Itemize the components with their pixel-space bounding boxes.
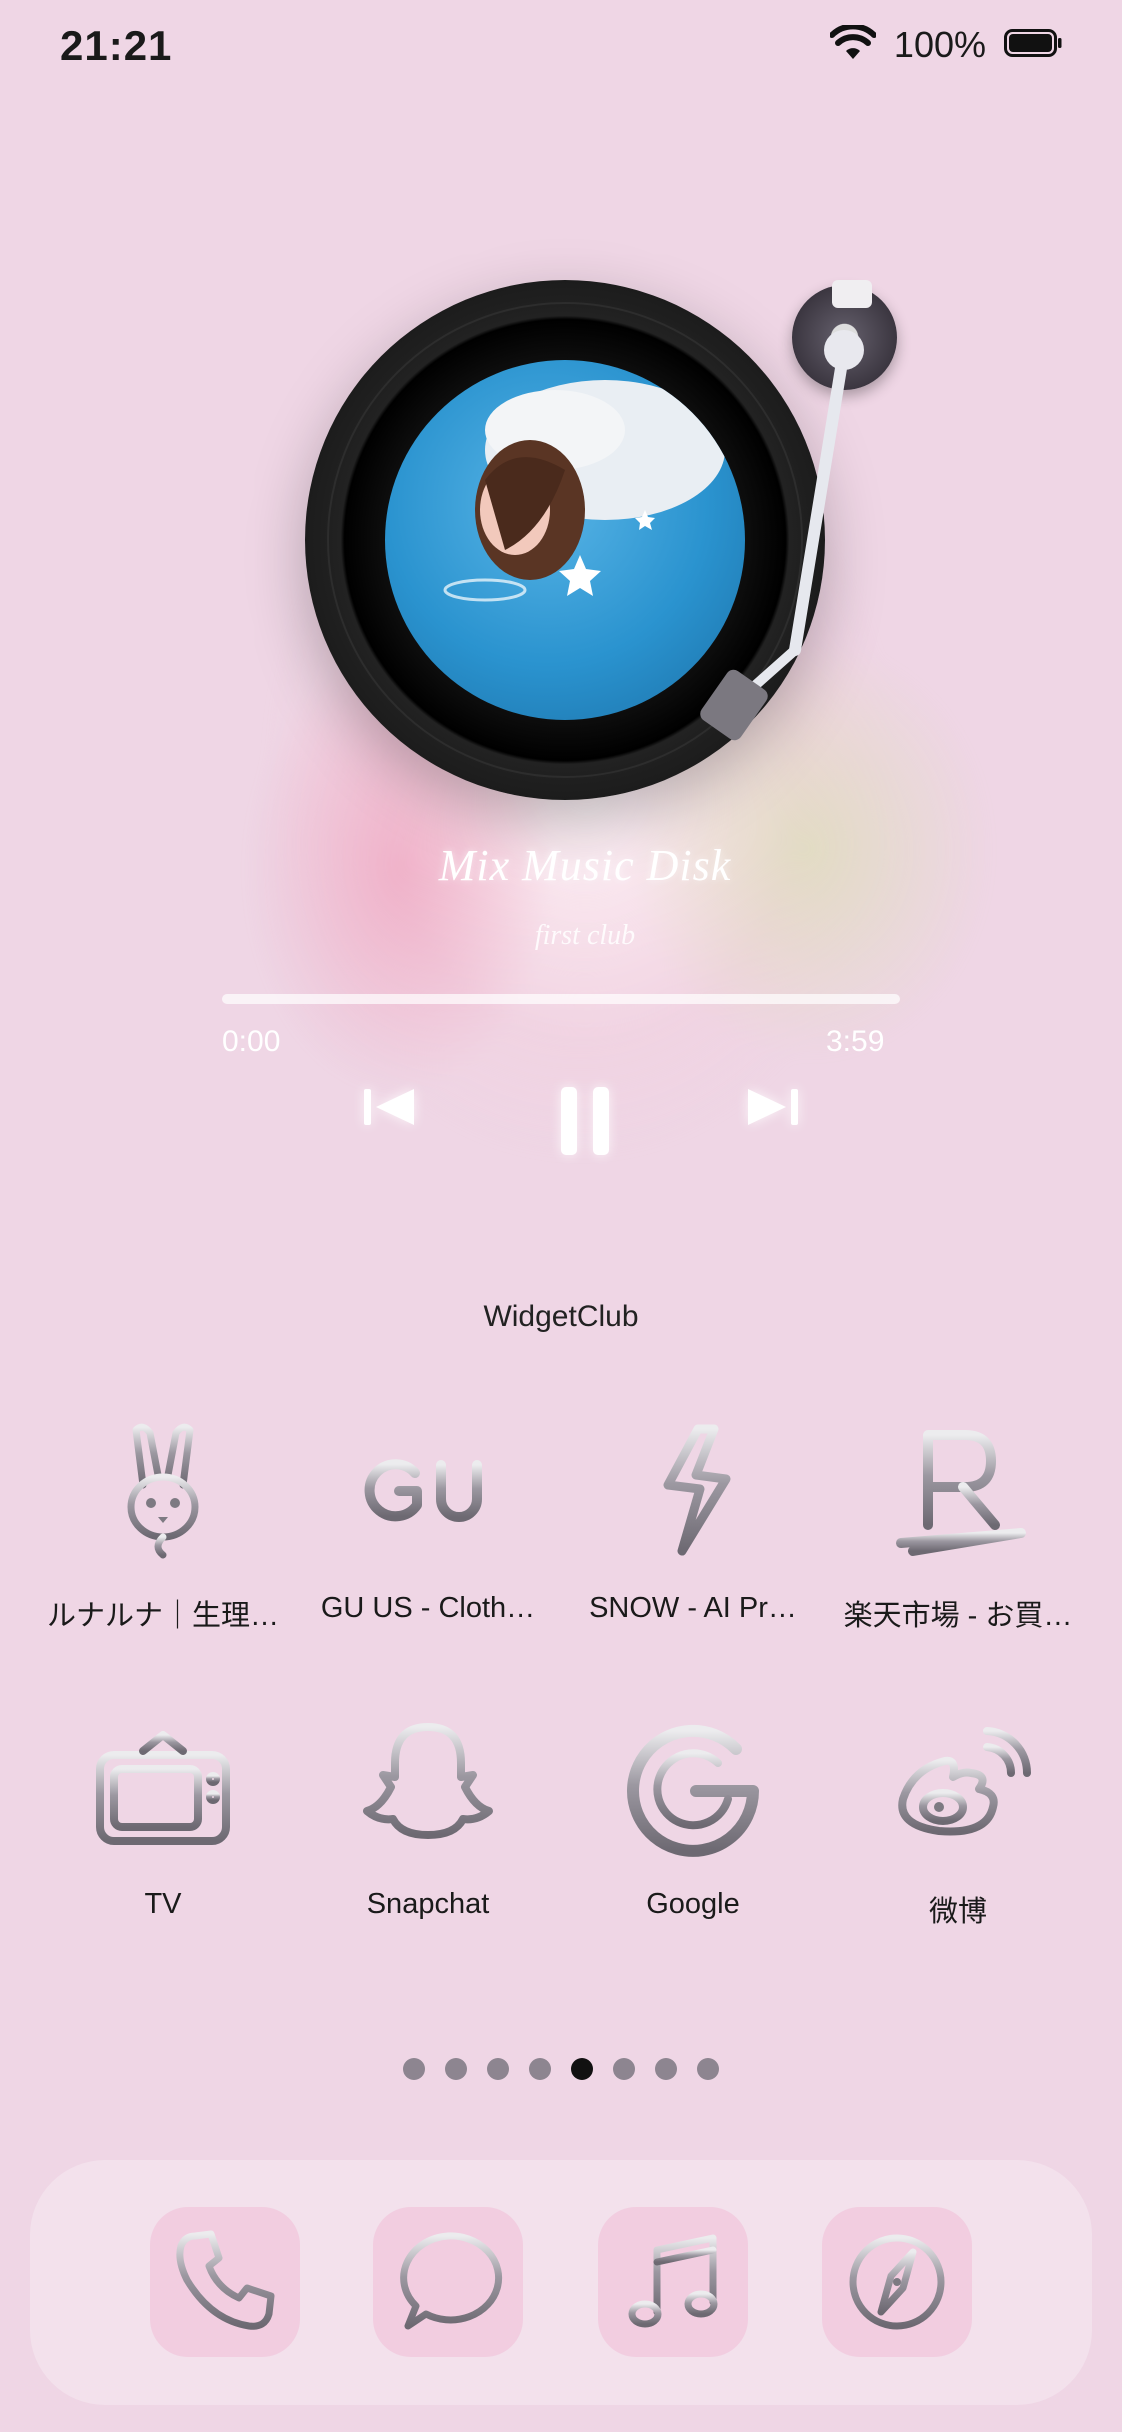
rakuten-r-icon xyxy=(878,1410,1038,1570)
app-label: Snapchat xyxy=(366,1888,490,1920)
progress-bar[interactable] xyxy=(222,994,900,1004)
song-artist: first club xyxy=(534,920,636,951)
app-gu[interactable]: GU US - Cloth… xyxy=(303,1410,553,1625)
battery-icon xyxy=(1004,28,1062,62)
status-bar: 21:21 100% xyxy=(0,0,1122,100)
dock xyxy=(30,2160,1092,2405)
album-art xyxy=(385,360,745,720)
page-dot[interactable] xyxy=(487,2058,509,2080)
app-rakuten[interactable]: 楽天市場 - お買… xyxy=(833,1410,1083,1634)
dock-messages[interactable] xyxy=(373,2207,523,2357)
app-label: GU US - Cloth… xyxy=(320,1592,536,1624)
page-dot[interactable] xyxy=(613,2058,635,2080)
pause-icon xyxy=(561,1087,609,1155)
time-elapsed: 0:00 xyxy=(222,1025,281,1058)
wifi-icon xyxy=(828,22,877,66)
status-time: 21:21 xyxy=(60,22,173,69)
music-icon xyxy=(628,2234,718,2328)
page-dot[interactable] xyxy=(529,2058,551,2080)
page-dot[interactable] xyxy=(571,2058,593,2080)
app-google[interactable]: Google xyxy=(568,1706,818,1921)
song-title: Mix Music Disk xyxy=(438,841,732,890)
previous-button[interactable] xyxy=(350,1085,430,1129)
gu-logo-icon xyxy=(348,1410,508,1570)
page-dot[interactable] xyxy=(697,2058,719,2080)
app-lunaluna[interactable]: ルナルナ｜生理… xyxy=(38,1410,288,1634)
status-icons: 100% xyxy=(828,22,1062,66)
next-button[interactable] xyxy=(732,1085,812,1129)
app-label: 楽天市場 - お買… xyxy=(843,1600,1073,1632)
app-label: ルナルナ｜生理… xyxy=(46,1600,279,1632)
music-widget[interactable]: Mix Music Disk first club 0:00 3:59 xyxy=(110,230,1060,1280)
compass-icon xyxy=(849,2234,945,2330)
rabbit-icon xyxy=(83,1410,243,1570)
page-dot[interactable] xyxy=(403,2058,425,2080)
lightning-icon xyxy=(613,1410,773,1570)
time-total: 3:59 xyxy=(826,1025,885,1058)
page-dot[interactable] xyxy=(445,2058,467,2080)
ghost-icon xyxy=(348,1706,508,1866)
app-snow[interactable]: SNOW - AI Pr… xyxy=(568,1410,818,1625)
app-snapchat[interactable]: Snapchat xyxy=(303,1706,553,1921)
vinyl-record xyxy=(305,280,825,800)
phone-icon xyxy=(176,2230,275,2330)
app-label: SNOW - AI Pr… xyxy=(589,1592,797,1624)
battery-percent: 100% xyxy=(893,24,986,65)
weibo-icon xyxy=(878,1706,1038,1866)
app-weibo[interactable]: 微博 xyxy=(833,1706,1083,1930)
messages-icon xyxy=(400,2232,503,2330)
app-label: 微博 xyxy=(928,1896,987,1928)
dock-phone[interactable] xyxy=(150,2207,300,2357)
next-icon xyxy=(748,1089,798,1125)
dock-safari[interactable] xyxy=(822,2207,972,2357)
app-label: Google xyxy=(646,1888,740,1920)
page-indicator[interactable] xyxy=(0,2058,1122,2080)
previous-icon xyxy=(364,1089,414,1125)
app-label: TV xyxy=(144,1888,182,1920)
page-dot[interactable] xyxy=(655,2058,677,2080)
dock-music[interactable] xyxy=(598,2207,748,2357)
tonearm-cap xyxy=(832,280,872,308)
google-g-icon xyxy=(613,1706,773,1866)
tv-icon xyxy=(83,1706,243,1866)
widget-name: WidgetClub xyxy=(483,1300,639,1333)
pause-button[interactable] xyxy=(530,1085,640,1157)
app-tv[interactable]: TV xyxy=(38,1706,288,1921)
